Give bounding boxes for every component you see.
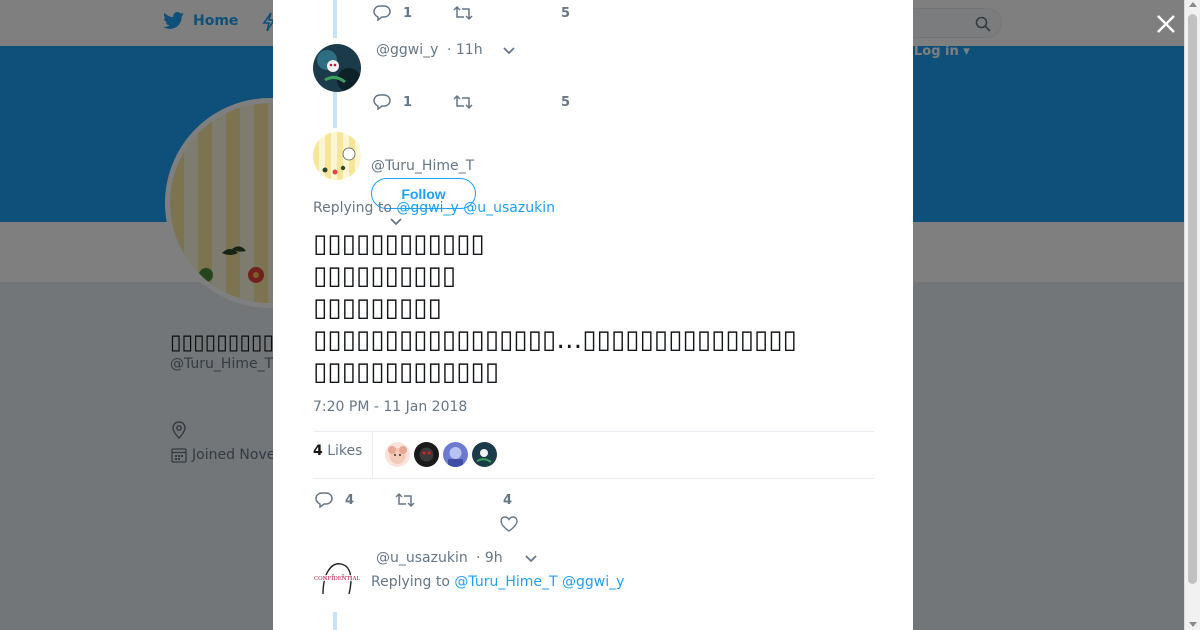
tweet-text-line: ▯▯▯▯▯▯▯▯▯: [313, 293, 442, 323]
replying-to: Replying to @Turu_Hime_T @ggwi_y: [371, 574, 624, 590]
like-count[interactable]: 5: [561, 95, 570, 110]
tweet-timestamp[interactable]: 7:20 PM - 11 Jan 2018: [313, 399, 467, 415]
chevron-down-icon[interactable]: [502, 46, 516, 56]
retweet-icon[interactable]: [453, 5, 473, 21]
avatar-stamp-icon: CONFIDENTIAL: [314, 576, 361, 582]
likes-stat[interactable]: 4 Likes: [313, 443, 362, 459]
reply-action[interactable]: 1: [373, 94, 412, 110]
tweet-handle[interactable]: @ggwi_y: [376, 42, 438, 58]
tweet-permalink-modal: 1 5 @ggwi_y · 11h 1 5 @Turu_Hime_T Follo…: [273, 0, 913, 630]
tweet-text-line: ▯▯▯▯▯▯▯▯▯▯▯▯▯: [313, 357, 499, 387]
page-scrollbar[interactable]: [1184, 0, 1200, 630]
chevron-down-icon[interactable]: [389, 217, 403, 227]
tweet-handle[interactable]: @u_usazukin: [376, 550, 468, 566]
scroll-up-arrow[interactable]: [1189, 2, 1197, 7]
avatar[interactable]: [313, 132, 361, 180]
reply-mention-link[interactable]: @ggwi_y: [396, 200, 458, 216]
tweet-time[interactable]: · 9h: [476, 550, 503, 566]
scroll-down-arrow[interactable]: [1189, 622, 1197, 627]
scroll-thumb[interactable]: [1188, 14, 1197, 584]
tweet-time[interactable]: · 11h: [447, 42, 483, 58]
reply-mention-link[interactable]: @ggwi_y: [562, 574, 624, 590]
likes-count: 4: [313, 443, 323, 459]
thread-line: [333, 92, 337, 128]
reply-count: 1: [403, 5, 413, 21]
tweet-handle[interactable]: @Turu_Hime_T: [371, 158, 474, 174]
likes-label: Likes: [327, 443, 363, 459]
tweet-text-line: ▯▯▯▯▯▯▯▯▯▯: [313, 261, 457, 291]
heart-icon[interactable]: [500, 516, 518, 532]
divider: [372, 432, 373, 478]
chevron-down-icon[interactable]: [524, 554, 538, 564]
liker-avatar[interactable]: [414, 442, 439, 467]
replying-to: Replying to @ggwi_y @u_usazukin: [313, 200, 555, 216]
replying-prefix: Replying to: [371, 574, 450, 590]
avatar[interactable]: CONFIDENTIAL: [313, 554, 361, 602]
like-count[interactable]: 4: [503, 493, 512, 508]
avatar[interactable]: [313, 44, 361, 92]
thread-line: [333, 0, 337, 38]
reply-action[interactable]: 4: [315, 492, 354, 508]
replying-prefix: Replying to: [313, 200, 392, 216]
liker-avatar[interactable]: [472, 442, 497, 467]
reply-icon: [373, 94, 391, 110]
divider: [313, 431, 874, 432]
like-count[interactable]: 5: [561, 6, 570, 21]
reply-count: 4: [345, 492, 355, 508]
thread-line: [333, 612, 337, 630]
reply-icon: [373, 5, 391, 21]
retweet-icon[interactable]: [395, 492, 415, 508]
close-icon[interactable]: [1152, 10, 1180, 38]
divider: [313, 478, 874, 479]
liker-avatar[interactable]: [385, 442, 410, 467]
tweet-text-line: ▯▯▯▯▯▯▯▯▯▯▯▯▯▯▯▯▯…▯▯▯▯▯▯▯▯▯▯▯▯▯▯▯: [313, 325, 797, 355]
liker-avatar[interactable]: [443, 442, 468, 467]
reply-icon: [315, 492, 333, 508]
reply-mention-link[interactable]: @u_usazukin: [463, 200, 555, 216]
reply-mention-link[interactable]: @Turu_Hime_T: [454, 574, 557, 590]
reply-count: 1: [403, 94, 413, 110]
reply-action[interactable]: 1: [373, 5, 412, 21]
retweet-icon[interactable]: [453, 94, 473, 110]
tweet-text: ▯▯▯▯▯▯▯▯▯▯▯▯ ▯▯▯▯▯▯▯▯▯▯ ▯▯▯▯▯▯▯▯▯ ▯▯▯▯▯▯…: [313, 228, 903, 388]
tweet-text-line: ▯▯▯▯▯▯▯▯▯▯▯▯: [313, 229, 485, 259]
